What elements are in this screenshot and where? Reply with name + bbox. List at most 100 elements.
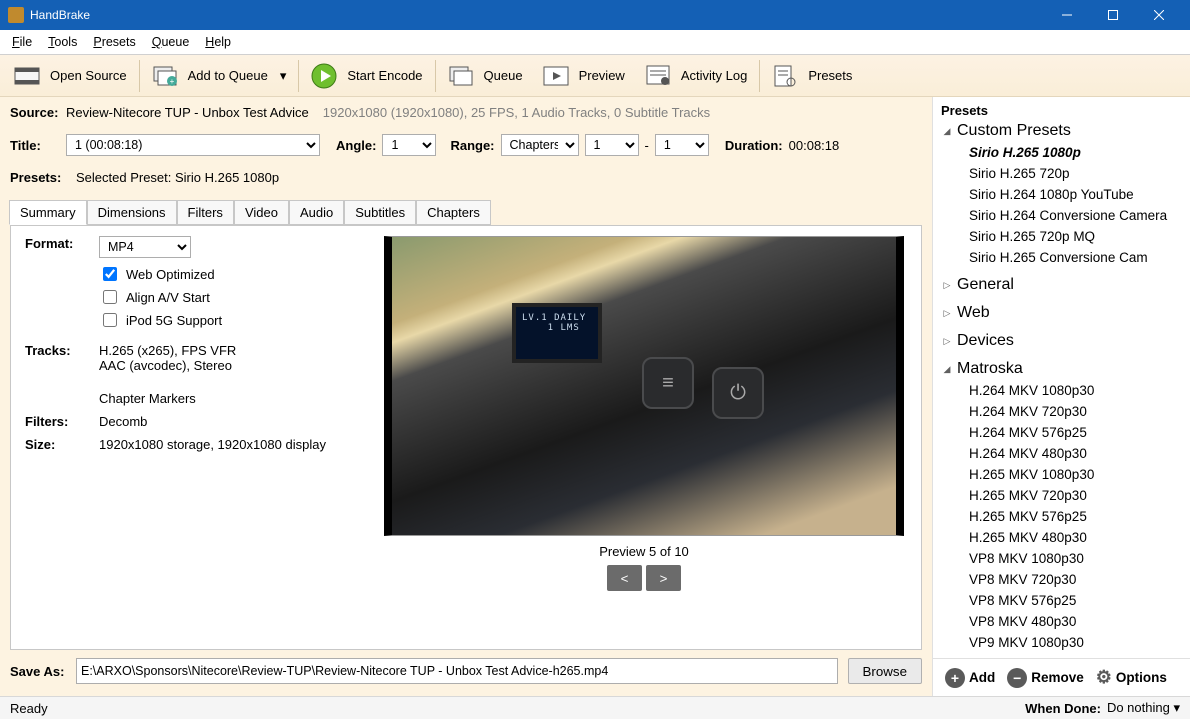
preset-item[interactable]: H.264 MKV 576p25 [933, 422, 1190, 443]
tab-dimensions[interactable]: Dimensions [87, 200, 177, 225]
svg-text:+: + [169, 77, 174, 86]
presets-panel: Presets ◢Custom Presets Sirio H.265 1080… [932, 97, 1190, 696]
range-label: Range: [450, 138, 494, 153]
chevron-down-icon: ▾ [1173, 700, 1180, 715]
group-matroska[interactable]: ◢Matroska [933, 358, 1190, 380]
tab-video[interactable]: Video [234, 200, 289, 225]
presets-list[interactable]: ◢Custom Presets Sirio H.265 1080p Sirio … [933, 120, 1190, 658]
open-source-button[interactable]: Open Source [4, 56, 137, 96]
menu-queue[interactable]: Queue [144, 32, 198, 52]
preset-item[interactable]: H.265 MKV 480p30 [933, 527, 1190, 548]
preset-item[interactable]: Sirio H.264 Conversione Camera [933, 205, 1190, 226]
close-button[interactable] [1136, 0, 1182, 30]
preset-item[interactable]: VP8 MKV 720p30 [933, 569, 1190, 590]
preset-item[interactable]: Sirio H.265 Conversione Cam [933, 247, 1190, 268]
presets-icon [772, 63, 798, 89]
film-open-icon [14, 63, 40, 89]
menu-tools[interactable]: Tools [40, 32, 85, 52]
activity-log-button[interactable]: Activity Log [635, 56, 757, 96]
tab-filters[interactable]: Filters [177, 200, 234, 225]
preset-item[interactable]: H.265 MKV 1080p30 [933, 464, 1190, 485]
menu-help[interactable]: Help [197, 32, 239, 52]
preset-item[interactable]: VP9 MKV 1080p30 [933, 632, 1190, 653]
queue-button[interactable]: Queue [438, 56, 533, 96]
preset-item[interactable]: Sirio H.265 720p [933, 163, 1190, 184]
menu-presets[interactable]: Presets [85, 32, 143, 52]
preview-prev-button[interactable]: < [607, 565, 642, 591]
plus-icon: + [945, 668, 965, 688]
maximize-button[interactable] [1090, 0, 1136, 30]
tab-strip: Summary Dimensions Filters Video Audio S… [9, 200, 922, 225]
preset-item[interactable]: VP8 MKV 576p25 [933, 590, 1190, 611]
status-text: Ready [10, 701, 48, 716]
menu-file[interactable]: File [4, 32, 40, 52]
filters-value: Decomb [99, 414, 147, 429]
range-type-select[interactable]: Chapters [501, 134, 579, 156]
source-label: Source: [10, 105, 60, 120]
when-done-value[interactable]: Do nothing ▾ [1107, 700, 1180, 716]
options-button[interactable]: ⚙Options [1092, 665, 1171, 690]
size-label: Size: [25, 437, 99, 452]
remove-preset-button[interactable]: −Remove [1003, 666, 1088, 690]
separator [759, 60, 760, 92]
preset-item[interactable]: H.264 MKV 480p30 [933, 443, 1190, 464]
preset-item[interactable]: Sirio H.265 720p MQ [933, 226, 1190, 247]
angle-label: Angle: [336, 138, 376, 153]
tracks-line-3: Chapter Markers [99, 391, 236, 406]
title-label: Title: [10, 138, 60, 153]
menu-bar: File Tools Presets Queue Help [0, 30, 1190, 55]
add-to-queue-button[interactable]: + Add to Queue ▾ [142, 56, 297, 96]
app-icon [8, 7, 24, 23]
window-title: HandBrake [30, 8, 90, 22]
group-custom-presets[interactable]: ◢Custom Presets [933, 120, 1190, 142]
angle-select[interactable]: 1 [382, 134, 436, 156]
title-select[interactable]: 1 (00:08:18) [66, 134, 320, 156]
minimize-button[interactable] [1044, 0, 1090, 30]
preview-button[interactable]: Preview [533, 56, 635, 96]
group-general[interactable]: ▷General [933, 274, 1190, 296]
queue-add-icon: + [152, 63, 178, 89]
tab-chapters[interactable]: Chapters [416, 200, 491, 225]
start-encode-button[interactable]: Start Encode [301, 56, 432, 96]
format-select[interactable]: MP4 [99, 236, 191, 258]
tab-subtitles[interactable]: Subtitles [344, 200, 416, 225]
align-av-check[interactable]: Align A/V Start [99, 287, 222, 307]
preset-item[interactable]: Sirio H.265 1080p [933, 142, 1190, 163]
when-done-label: When Done: [1025, 701, 1101, 716]
summary-panel: Format: MP4 Web Optimized Align A/V Star… [11, 226, 921, 649]
add-preset-button[interactable]: +Add [941, 666, 999, 690]
gear-icon: ⚙ [1096, 667, 1112, 688]
save-as-input[interactable] [76, 658, 838, 684]
preset-item[interactable]: Sirio H.264 1080p YouTube [933, 184, 1190, 205]
browse-button[interactable]: Browse [848, 658, 922, 684]
toolbar: Open Source + Add to Queue ▾ Start Encod… [0, 55, 1190, 97]
chevron-down-icon: ▾ [280, 68, 287, 84]
separator [298, 60, 299, 92]
presets-title: Presets [933, 97, 1190, 120]
log-icon [645, 63, 671, 89]
group-devices[interactable]: ▷Devices [933, 330, 1190, 352]
presets-button[interactable]: Presets [762, 56, 862, 96]
web-optimized-check[interactable]: Web Optimized [99, 264, 222, 284]
preset-item[interactable]: H.264 MKV 720p30 [933, 401, 1190, 422]
status-bar: Ready When Done: Do nothing ▾ [0, 696, 1190, 719]
preset-item[interactable]: VP8 MKV 1080p30 [933, 548, 1190, 569]
range-to-select[interactable]: 1 [655, 134, 709, 156]
tab-summary[interactable]: Summary [9, 200, 87, 225]
preview-next-button[interactable]: > [646, 565, 681, 591]
group-web[interactable]: ▷Web [933, 302, 1190, 324]
filters-label: Filters: [25, 414, 99, 429]
title-bar: HandBrake [0, 0, 1190, 30]
preset-item[interactable]: H.264 MKV 1080p30 [933, 380, 1190, 401]
tracks-line-2: AAC (avcodec), Stereo [99, 358, 236, 373]
main-content: Source: Review-Nitecore TUP - Unbox Test… [0, 97, 932, 696]
preset-item[interactable]: VP8 MKV 480p30 [933, 611, 1190, 632]
size-value: 1920x1080 storage, 1920x1080 display [99, 437, 326, 452]
range-separator: - [645, 138, 649, 153]
preset-item[interactable]: H.265 MKV 576p25 [933, 506, 1190, 527]
preset-item[interactable]: H.265 MKV 720p30 [933, 485, 1190, 506]
selected-preset-text: Selected Preset: Sirio H.265 1080p [76, 170, 279, 185]
ipod-check[interactable]: iPod 5G Support [99, 310, 222, 330]
range-from-select[interactable]: 1 [585, 134, 639, 156]
tab-audio[interactable]: Audio [289, 200, 344, 225]
